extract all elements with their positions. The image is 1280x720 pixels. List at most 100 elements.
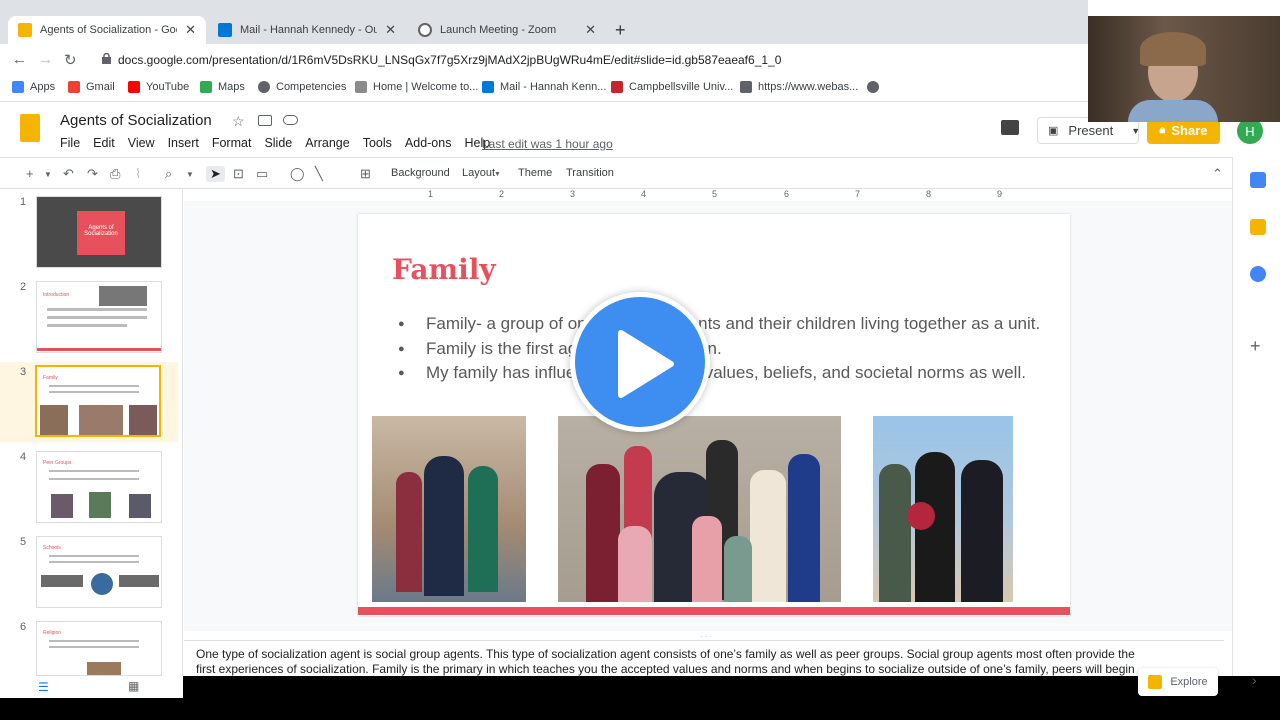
menu-file[interactable]: File (60, 136, 80, 150)
back-icon[interactable]: ← (12, 51, 27, 68)
slide-thumbnail-2[interactable]: Introduction (36, 281, 162, 353)
bookmark-webas[interactable]: https://www.webas... (740, 81, 858, 93)
bookmark-home[interactable]: Home | Welcome to... (355, 81, 478, 93)
move-folder-icon[interactable] (258, 115, 272, 126)
star-icon[interactable]: ☆ (232, 113, 245, 130)
slide-thumbnail-5[interactable]: Schools (36, 536, 162, 608)
explore-button[interactable]: Explore (1138, 668, 1218, 696)
thumbnail-image (40, 405, 68, 435)
text-box-icon[interactable]: ⊡ (233, 166, 244, 182)
slide-thumbnail-3[interactable]: Family (35, 365, 161, 437)
family-photo-3[interactable] (873, 416, 1013, 602)
speaker-notes-text[interactable]: One type of socialization agent is socia… (196, 647, 1136, 676)
url-input[interactable]: docs.google.com/presentation/d/1R6mV5DsR… (118, 53, 781, 67)
menu-slide[interactable]: Slide (264, 136, 292, 150)
print-icon[interactable]: ⎙ (110, 166, 120, 182)
undo-icon[interactable]: ↶ (63, 166, 74, 182)
menu-arrange[interactable]: Arrange (305, 136, 349, 150)
bookmark-globe[interactable] (867, 81, 885, 93)
image-icon[interactable]: ▭ (256, 166, 268, 182)
calendar-icon[interactable] (1250, 172, 1266, 188)
bookmark-maps[interactable]: Maps (200, 81, 245, 93)
thumbnail-number: 4 (20, 451, 27, 463)
ruler-tick: 1 (428, 189, 434, 199)
cloud-saved-icon (283, 115, 298, 125)
bookmark-youtube[interactable]: YouTube (128, 81, 189, 93)
close-icon[interactable]: ✕ (185, 22, 196, 38)
menu-edit[interactable]: Edit (93, 136, 115, 150)
add-addon-icon[interactable]: + (1250, 336, 1261, 357)
grid-view-icon[interactable]: ▦ (128, 679, 139, 693)
select-cursor-icon[interactable]: ➤ (206, 166, 225, 182)
comment-icon[interactable] (1001, 120, 1019, 135)
chevron-down-icon[interactable]: ▼ (186, 170, 194, 179)
tab-mail[interactable]: Mail - Hannah Kennedy - Outloo ✕ (208, 16, 406, 44)
thumbnail-image (129, 494, 151, 518)
bookmark-apps[interactable]: Apps (12, 81, 55, 93)
transition-button[interactable]: Transition (566, 167, 614, 179)
menu-insert[interactable]: Insert (168, 136, 199, 150)
present-label: Present (1068, 123, 1114, 138)
toolbar: + ▼ ↶ ↷ ⎙ ⌇ ⌕ ▼ ➤ ⊡ ▭ ◯ ╲ ⊞ Background L… (0, 157, 1232, 189)
slide-title[interactable]: Family (392, 253, 496, 286)
family-photo-2[interactable] (558, 416, 841, 602)
tab-slides[interactable]: Agents of Socialization - Google ✕ (8, 16, 206, 44)
tasks-icon[interactable] (1250, 266, 1266, 282)
thumbnail-text (49, 640, 139, 642)
chevron-down-icon[interactable]: ▼ (1131, 126, 1140, 136)
slide-thumbnail-1[interactable]: Agents of Socialization (36, 196, 162, 268)
list-view-icon[interactable]: ☰ (38, 680, 49, 694)
thumbnail-text (49, 385, 139, 387)
family-photo-1[interactable] (372, 416, 526, 602)
speaker-notes[interactable]: One type of socialization agent is socia… (184, 640, 1224, 676)
tab-title: Mail - Hannah Kennedy - Outloo (240, 24, 378, 36)
notes-resize-handle[interactable]: ··· (700, 632, 714, 641)
video-play-button[interactable] (570, 292, 710, 432)
theme-button[interactable]: Theme (518, 167, 552, 179)
chevron-down-icon[interactable]: ▼ (44, 170, 52, 179)
menu-addons[interactable]: Add-ons (405, 136, 452, 150)
zoom-icon[interactable]: ⌕ (165, 166, 172, 182)
explore-label: Explore (1170, 676, 1208, 688)
document-title[interactable]: Agents of Socialization (60, 112, 212, 129)
thumbnail-title: Family (43, 375, 58, 381)
reload-icon[interactable]: ↻ (64, 51, 77, 69)
webassign-icon (740, 81, 752, 93)
bookmark-mail[interactable]: Mail - Hannah Kenn... (482, 81, 606, 93)
keep-icon[interactable] (1250, 219, 1266, 235)
tab-title: Launch Meeting - Zoom (440, 24, 557, 36)
thumbnail-image (119, 575, 159, 587)
forward-icon[interactable]: → (38, 51, 53, 68)
background-button[interactable]: Background (391, 167, 450, 179)
bookmark-label: Home | Welcome to... (373, 81, 479, 93)
chevron-up-icon[interactable]: ⌃ (1212, 166, 1223, 182)
bookmark-gmail[interactable]: Gmail (68, 81, 115, 93)
line-icon[interactable]: ╲ (315, 166, 323, 182)
thumbnail-image (87, 662, 121, 675)
slide-thumbnail-6[interactable]: Religion (36, 621, 162, 676)
bookmark-label: Campbellsville Univ... (629, 81, 734, 93)
slide-thumbnail-4[interactable]: Peer Groups (36, 451, 162, 523)
globe-icon (258, 81, 270, 93)
last-edit-link[interactable]: Last edit was 1 hour ago (482, 137, 613, 151)
close-icon[interactable]: ✕ (585, 22, 596, 38)
paint-format-icon[interactable]: ⌇ (135, 166, 141, 182)
redo-icon[interactable]: ↷ (87, 166, 98, 182)
bookmark-campbellsville[interactable]: Campbellsville Univ... (611, 81, 733, 93)
menu-format[interactable]: Format (212, 136, 252, 150)
layout-button[interactable]: Layout (462, 167, 495, 179)
slides-logo-icon[interactable] (20, 114, 40, 142)
bookmark-competencies[interactable]: Competencies (258, 81, 346, 93)
tab-zoom[interactable]: Launch Meeting - Zoom ✕ (408, 16, 606, 44)
new-slide-icon[interactable]: + (26, 166, 34, 181)
new-tab-icon[interactable]: + (615, 20, 626, 41)
menu-tools[interactable]: Tools (363, 136, 392, 150)
ruler: 1 2 3 4 5 6 7 8 9 (358, 189, 1070, 201)
comment-add-icon[interactable]: ⊞ (360, 166, 371, 182)
close-icon[interactable]: ✕ (385, 22, 396, 38)
menu-view[interactable]: View (128, 136, 155, 150)
shape-icon[interactable]: ◯ (290, 166, 305, 182)
slide-bullet-list[interactable]: Family- a group of one or more parents a… (398, 312, 1048, 386)
thumbnail-text (49, 561, 139, 563)
chevron-right-icon[interactable]: › (1252, 672, 1257, 688)
